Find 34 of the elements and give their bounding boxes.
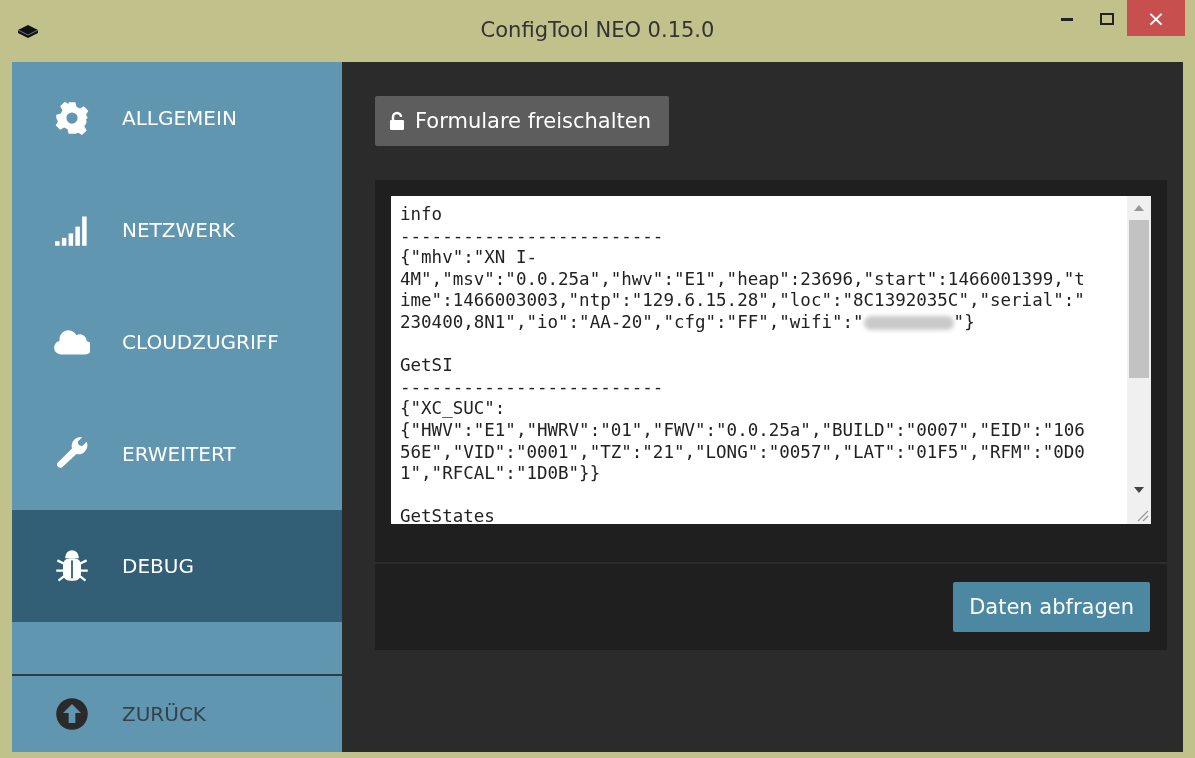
- sidebar-item[interactable]: ALLGEMEIN: [12, 62, 342, 174]
- log-line: GetSI: [400, 355, 454, 377]
- gear-icon: [54, 100, 90, 136]
- log-line: -------------------------: [400, 376, 665, 399]
- log-line: {"XC_SUC":: [400, 398, 507, 420]
- fetch-data-button[interactable]: Daten abfragen: [953, 582, 1150, 632]
- unlocked-padlock-icon: [389, 111, 405, 131]
- up-arrow-circle-icon: [54, 696, 90, 732]
- log-line: info: [400, 204, 444, 226]
- sidebar-item[interactable]: NETZWERK: [12, 174, 342, 286]
- close-button[interactable]: ×: [1127, 0, 1185, 36]
- log-line: 230400,8N1","io":"AA-20","cfg":"FF","wifi":" "}: [400, 311, 976, 334]
- scrollbar[interactable]: [1127, 196, 1151, 524]
- log-line: {"mhv":"XN I-: [400, 247, 538, 269]
- log-line: GetStates: [400, 506, 496, 524]
- maximize-icon: [1100, 13, 1114, 25]
- minimize-icon: [1061, 17, 1073, 21]
- sidebar-item[interactable]: ERWEITERT: [12, 398, 342, 510]
- resize-grip-icon[interactable]: [1135, 508, 1149, 522]
- log-line: 4M","msv":"0.0.25a","hwv":"E1","heap":23696,"start":1466001399,"t: [400, 268, 1086, 291]
- sidebar-item[interactable]: DEBUG: [12, 510, 342, 622]
- log-line: 1","RFCAL":"1D0B"}}: [400, 463, 602, 485]
- log-line: 56E","VID":"0001","TZ":"21","LONG":"0057","LAT":"01F5","RFM":"0D0: [400, 441, 1086, 464]
- unlock-forms-button[interactable]: Formulare freischalten: [375, 96, 669, 146]
- back-button[interactable]: ZURÜCK: [12, 674, 342, 752]
- bug-icon: [54, 548, 90, 584]
- window-title: ConfigTool NEO 0.15.0: [480, 18, 715, 42]
- log-line: {"HWV":"E1","HWRV":"01","FWV":"0.0.25a","BUILD":"0007","EID":"106: [400, 419, 1086, 442]
- log-line: ime":1466003003,"ntp":"129.6.15.28","loc":"8C1392035C","serial":": [400, 290, 1086, 312]
- log-line: -------------------------: [400, 225, 665, 248]
- app-icon: [16, 23, 40, 39]
- scroll-down-arrow-icon[interactable]: [1134, 486, 1144, 494]
- sidebar-item[interactable]: CLOUDZUGRIFF: [12, 286, 342, 398]
- log-text-area[interactable]: [391, 196, 1151, 524]
